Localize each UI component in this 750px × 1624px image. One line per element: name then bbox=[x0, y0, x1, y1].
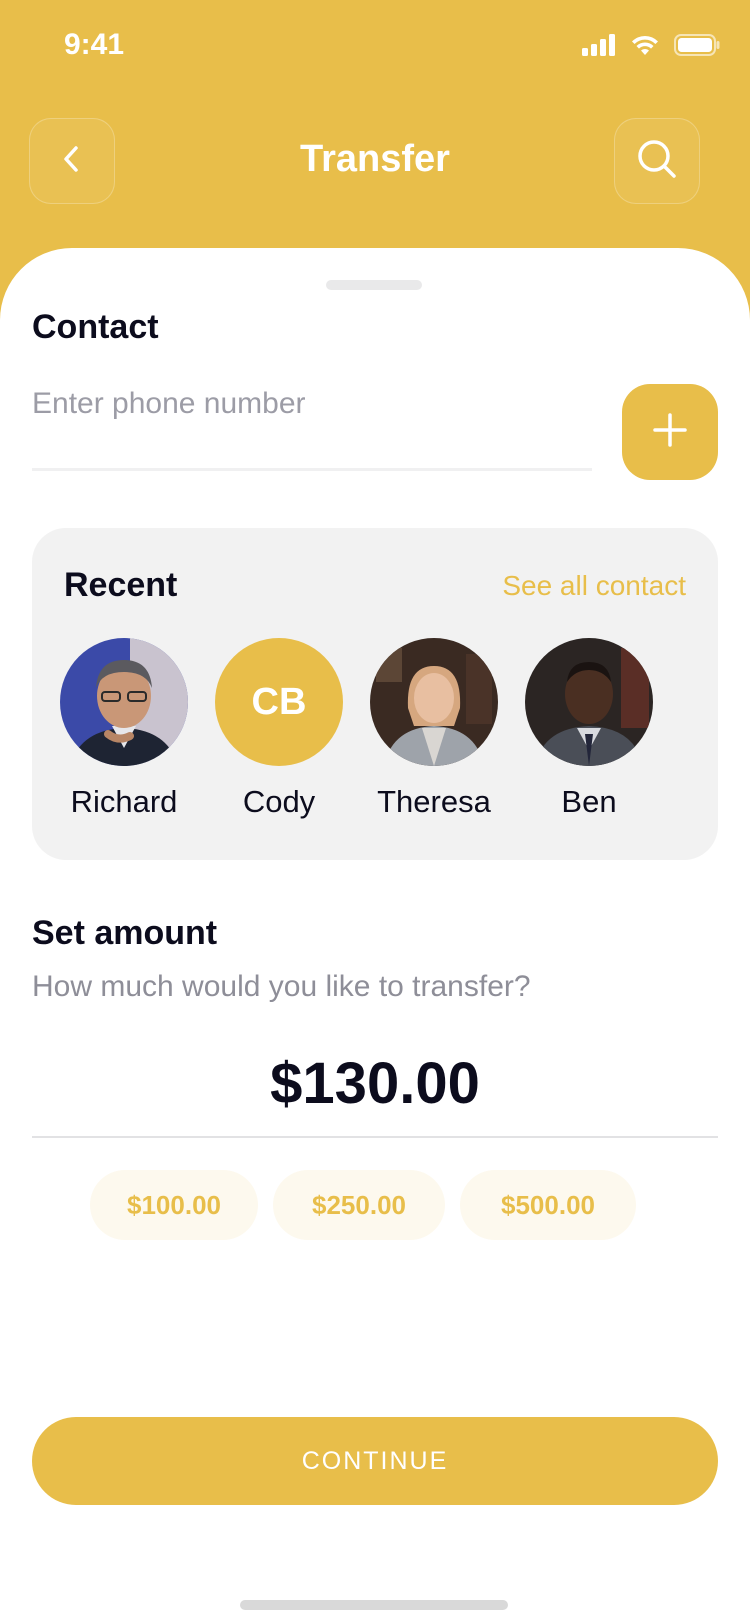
add-contact-button[interactable] bbox=[622, 384, 718, 480]
sheet-grabber[interactable] bbox=[326, 280, 422, 290]
header: Transfer bbox=[0, 110, 750, 204]
recent-contact-ben[interactable]: Ben bbox=[509, 638, 669, 820]
status-time: 9:41 bbox=[64, 28, 125, 61]
continue-button[interactable]: CONTINUE bbox=[32, 1417, 718, 1505]
status-bar: 9:41 bbox=[0, 0, 750, 90]
set-amount-title: Set amount bbox=[32, 914, 218, 952]
battery-icon bbox=[674, 34, 720, 56]
recent-contact-theresa[interactable]: Theresa bbox=[354, 638, 514, 820]
quick-amount-chip[interactable]: $500.00 bbox=[460, 1170, 636, 1240]
plus-icon bbox=[653, 412, 687, 452]
contact-name: Ben bbox=[561, 784, 617, 819]
recent-contact-richard[interactable]: Richard bbox=[44, 638, 204, 820]
quick-amount-chip[interactable]: $250.00 bbox=[273, 1170, 445, 1240]
recent-contacts-card: Recent See all contact Richard CB Cody T… bbox=[32, 528, 718, 860]
search-icon bbox=[635, 137, 679, 186]
avatar bbox=[525, 638, 653, 766]
amount-value[interactable]: $130.00 bbox=[0, 1050, 750, 1117]
wifi-icon bbox=[630, 34, 660, 56]
avatar bbox=[370, 638, 498, 766]
recent-contacts-list: Richard CB Cody Theresa Ben bbox=[32, 638, 718, 838]
phone-number-input[interactable] bbox=[32, 382, 592, 426]
contact-name: Cody bbox=[242, 784, 316, 819]
recent-contact-cody[interactable]: CB Cody bbox=[199, 638, 359, 820]
see-all-contact-link[interactable]: See all contact bbox=[502, 570, 686, 602]
contact-name: Theresa bbox=[377, 784, 491, 819]
status-icons bbox=[582, 34, 720, 56]
recent-title: Recent bbox=[64, 566, 178, 604]
set-amount-subtitle: How much would you like to transfer? bbox=[32, 970, 531, 1003]
avatar bbox=[60, 638, 188, 766]
quick-amount-chip[interactable]: $100.00 bbox=[90, 1170, 258, 1240]
contact-section-title: Contact bbox=[32, 308, 159, 346]
contact-name: Richard bbox=[70, 784, 178, 819]
search-button[interactable] bbox=[614, 118, 700, 204]
avatar-initials: CB bbox=[215, 638, 343, 766]
transfer-sheet: Contact Recent See all contact bbox=[0, 248, 750, 1624]
signal-icon bbox=[582, 34, 616, 56]
amount-divider bbox=[32, 1136, 718, 1138]
home-indicator bbox=[240, 1600, 508, 1610]
phone-input-underline bbox=[32, 468, 592, 471]
